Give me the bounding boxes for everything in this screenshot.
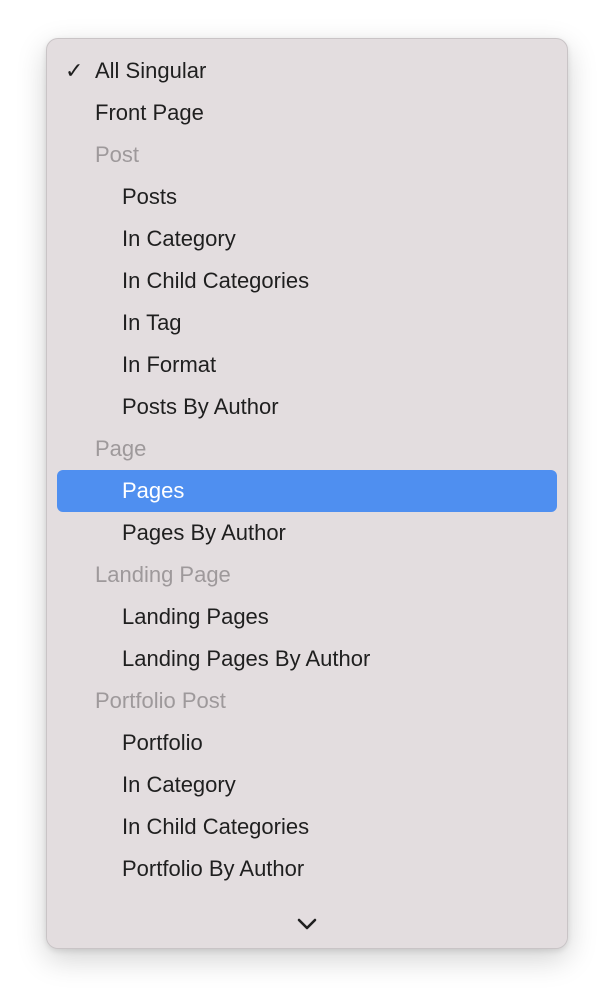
menu-item-label: In Category xyxy=(122,772,236,797)
menu-item-in-child-categories[interactable]: In Child Categories xyxy=(57,260,557,302)
menu-section-header-page: Page xyxy=(57,428,557,470)
menu-item-landing-pages[interactable]: Landing Pages xyxy=(57,596,557,638)
menu-item-all-singular[interactable]: ✓ All Singular xyxy=(57,50,557,92)
menu-item-label: Landing Pages By Author xyxy=(122,646,371,671)
menu-item-label: Portfolio xyxy=(122,730,203,755)
menu-item-portfolio[interactable]: Portfolio xyxy=(57,722,557,764)
popup-menu: ✓ All Singular Front Page Post Posts In … xyxy=(46,38,568,949)
menu-section-header-portfolio-post: Portfolio Post xyxy=(57,680,557,722)
menu-item-label: Portfolio By Author xyxy=(122,856,305,881)
menu-item-portfolio-in-child-categories[interactable]: In Child Categories xyxy=(57,806,557,848)
menu-item-label: In Child Categories xyxy=(122,814,310,839)
scroll-down-arrow[interactable] xyxy=(47,900,567,948)
menu-item-front-page[interactable]: Front Page xyxy=(57,92,557,134)
checkmark-icon: ✓ xyxy=(65,58,84,83)
section-header-label: Post xyxy=(95,142,140,167)
menu-item-pages-by-author[interactable]: Pages By Author xyxy=(57,512,557,554)
section-header-label: Landing Page xyxy=(95,562,231,587)
menu-item-portfolio-by-author[interactable]: Portfolio By Author xyxy=(57,848,557,890)
menu-section-header-post: Post xyxy=(57,134,557,176)
section-header-label: Page xyxy=(95,436,147,461)
menu-item-pages[interactable]: Pages xyxy=(57,470,557,512)
menu-item-label: In Child Categories xyxy=(122,268,310,293)
menu-item-posts[interactable]: Posts xyxy=(57,176,557,218)
menu-item-label: Landing Pages xyxy=(122,604,269,629)
menu-item-label: In Category xyxy=(122,226,236,251)
menu-item-landing-pages-by-author[interactable]: Landing Pages By Author xyxy=(57,638,557,680)
menu-item-in-tag[interactable]: In Tag xyxy=(57,302,557,344)
menu-item-in-category[interactable]: In Category xyxy=(57,218,557,260)
chevron-down-icon xyxy=(297,918,317,930)
menu-item-label: Front Page xyxy=(95,100,204,125)
menu-item-label: All Singular xyxy=(95,58,207,83)
menu-item-posts-by-author[interactable]: Posts By Author xyxy=(57,386,557,428)
menu-item-portfolio-in-category[interactable]: In Category xyxy=(57,764,557,806)
menu-item-label: Pages xyxy=(122,478,185,503)
menu-items: ✓ All Singular Front Page Post Posts In … xyxy=(47,50,567,912)
menu-item-label: In Tag xyxy=(122,310,182,335)
menu-item-label: Pages By Author xyxy=(122,520,286,545)
menu-item-label: Posts By Author xyxy=(122,394,279,419)
menu-item-in-format[interactable]: In Format xyxy=(57,344,557,386)
menu-section-header-landing-page: Landing Page xyxy=(57,554,557,596)
menu-item-label: In Format xyxy=(122,352,217,377)
menu-item-label: Posts xyxy=(122,184,178,209)
section-header-label: Portfolio Post xyxy=(95,688,226,713)
